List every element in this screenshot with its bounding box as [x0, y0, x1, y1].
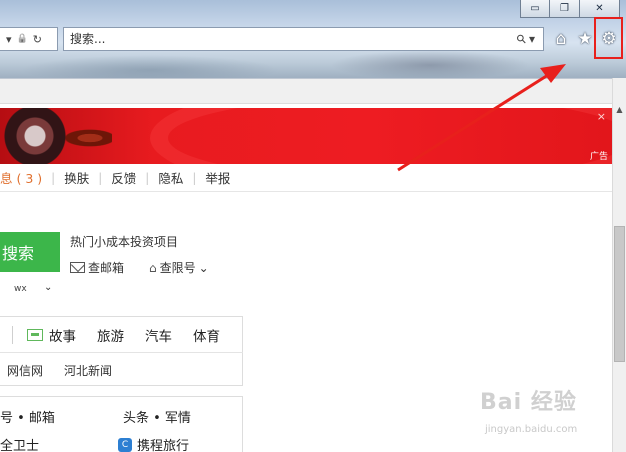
- site-list: 号 • 邮箱 头条 • 军情 全卫士 C 携程旅行: [0, 396, 243, 452]
- nav-item-travel[interactable]: 旅游: [97, 325, 124, 345]
- scroll-up-arrow-icon[interactable]: ▲: [613, 102, 626, 116]
- favorites-star-icon[interactable]: ★: [574, 28, 596, 50]
- ad-label: 广告: [589, 152, 608, 162]
- skin-link[interactable]: 换肤: [55, 168, 98, 187]
- privacy-link[interactable]: 隐私: [149, 168, 192, 187]
- minimize-button[interactable]: ▭: [520, 0, 550, 18]
- category-nav-row: 故事 旅游 汽车 体育: [0, 317, 243, 353]
- close-button[interactable]: ✕: [580, 0, 620, 18]
- site-link[interactable]: 网信网: [7, 362, 43, 379]
- car-icon: ⌂: [149, 260, 157, 275]
- nav-item-auto[interactable]: 汽车: [145, 325, 172, 345]
- browser-toolbar: ▭ ❐ ✕ ▾ 🔒 ↻ ⚲ ▾ ⌂ ★ ⚙: [0, 0, 626, 78]
- search-suggestion[interactable]: wx: [14, 284, 27, 294]
- banner-artwork: [0, 108, 112, 164]
- vertical-scrollbar[interactable]: ▲: [612, 78, 626, 452]
- story-icon: [27, 328, 43, 341]
- site-link[interactable]: 河北新闻: [64, 362, 112, 379]
- watermark-logo: Bai 经验: [480, 390, 577, 415]
- background-cloud: [330, 50, 530, 78]
- banner-close-icon[interactable]: ×: [597, 110, 606, 123]
- gear-highlight-box: [594, 17, 623, 59]
- chevron-down-icon: ⌄: [198, 260, 209, 275]
- restore-button[interactable]: ❐: [550, 0, 580, 18]
- search-button[interactable]: 搜索: [0, 232, 60, 272]
- check-plate-limit-link[interactable]: ⌂ 查限号 ⌄: [149, 259, 209, 276]
- background-cloud: [20, 55, 280, 78]
- banner-decoration: [150, 108, 612, 164]
- check-mail-label: 查邮箱: [88, 261, 125, 275]
- divider: [12, 325, 13, 344]
- nav-item-sports[interactable]: 体育: [193, 325, 220, 345]
- search-bar[interactable]: ⚲ ▾: [63, 27, 544, 51]
- list-item-ctrip[interactable]: C 携程旅行: [118, 435, 189, 452]
- scrollbar-thumb[interactable]: [614, 226, 625, 362]
- window-controls: ▭ ❐ ✕: [520, 0, 620, 18]
- search-input[interactable]: [64, 29, 518, 49]
- home-icon[interactable]: ⌂: [550, 28, 572, 50]
- check-plate-limit-label: 查限号: [159, 261, 196, 275]
- list-item[interactable]: 头条 • 军情: [123, 407, 191, 426]
- list-item[interactable]: 号 • 邮箱: [0, 407, 55, 426]
- top-links-bar: 息 ( 3 ) | 换肤 | 反馈 | 隐私 | 举报: [0, 164, 612, 192]
- refresh-icon[interactable]: ↻: [33, 33, 42, 46]
- list-item-label: 携程旅行: [137, 439, 190, 452]
- report-link[interactable]: 举报: [196, 168, 239, 187]
- tab-strip: [0, 78, 626, 104]
- lock-icon: 🔒: [16, 34, 28, 44]
- search-provider-dropdown-icon[interactable]: ▾: [529, 32, 535, 46]
- check-mail-link[interactable]: 查邮箱: [70, 259, 124, 276]
- list-item[interactable]: 全卫士: [0, 435, 39, 452]
- ctrip-icon: C: [118, 437, 132, 452]
- site-links-row: 网信网 河北新闻: [0, 354, 126, 386]
- nav-item-story[interactable]: 故事: [27, 325, 76, 345]
- hot-search-link[interactable]: 热门小成本投资项目: [70, 233, 178, 250]
- address-bar-tail[interactable]: ▾ 🔒 ↻: [0, 27, 58, 51]
- address-dropdown-icon[interactable]: ▾: [6, 33, 12, 46]
- watermark-url: jingyan.baidu.com: [485, 424, 578, 435]
- chevron-down-icon[interactable]: ⌄: [44, 282, 52, 293]
- messages-link[interactable]: 息 ( 3 ): [0, 168, 51, 187]
- category-nav: 故事 旅游 汽车 体育 网信网 河北新闻: [0, 316, 243, 386]
- mail-icon: [70, 262, 85, 273]
- nav-item-label: 故事: [49, 328, 76, 345]
- ad-banner[interactable]: × 广告: [0, 108, 612, 164]
- feedback-link[interactable]: 反馈: [102, 168, 145, 187]
